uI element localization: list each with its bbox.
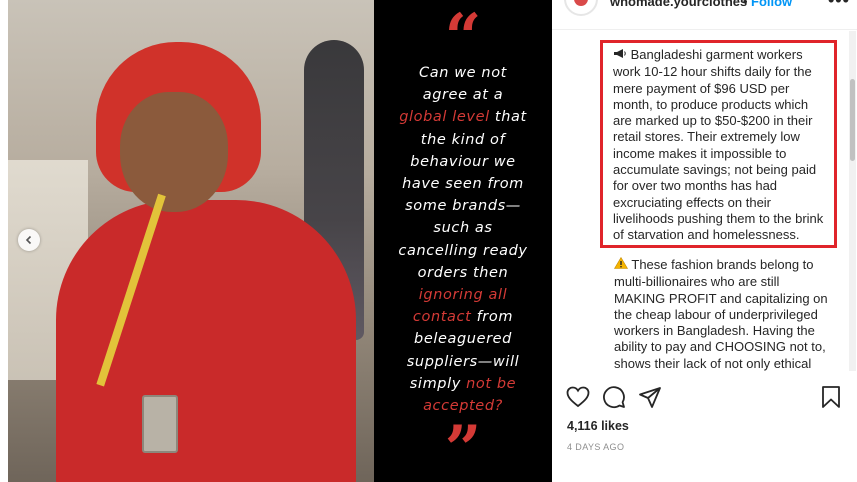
- quote-line: agree at a: [382, 84, 544, 106]
- carousel-previous-button[interactable]: [18, 229, 40, 251]
- quote-segment: behaviour we: [410, 153, 516, 170]
- post-header: whomade.yourclothes • Follow •••: [552, 0, 857, 30]
- quote-line: global level that: [382, 106, 544, 128]
- heart-icon: [566, 386, 590, 408]
- caption-line: retail stores. Their extremely low: [613, 129, 800, 145]
- caption-line: are marked up to $50-$200 in their: [613, 113, 813, 129]
- caption-line: Bangladeshi garment workers: [630, 47, 803, 62]
- save-button[interactable]: [818, 384, 844, 410]
- quote-line: some brands—: [382, 195, 544, 217]
- warning-icon: [613, 256, 629, 274]
- quote-segment: from: [471, 309, 514, 326]
- scrollbar-thumb[interactable]: [850, 79, 855, 161]
- share-button[interactable]: [637, 384, 663, 410]
- caption-line: accumulate savings; not being paid: [613, 162, 817, 178]
- quote-segment: that: [489, 109, 527, 126]
- quote-highlight: not be: [466, 375, 517, 392]
- avatar[interactable]: [564, 0, 598, 16]
- quote-line: the kind of: [382, 129, 544, 151]
- quote-highlight: contact: [412, 309, 472, 326]
- caption-line: month, to produce products which: [613, 96, 809, 112]
- caption-line: of starvation and homelessness.: [613, 227, 800, 243]
- close-quote-mark: ”: [444, 412, 482, 482]
- caption-line: livelihoods pushing them to the brink: [613, 210, 824, 226]
- quote-segment: have seen from: [402, 176, 524, 193]
- chevron-left-icon: [25, 235, 32, 245]
- quote-segment: such as: [433, 220, 493, 237]
- quote-line: have seen from: [382, 173, 544, 195]
- quote-line: Can we not: [382, 62, 544, 84]
- caption-line: the cheap labour of underprivileged: [614, 306, 818, 322]
- caption-line: work 10-12 hour shifts daily for the: [613, 64, 812, 80]
- id-badge: [142, 395, 178, 453]
- quote-segment: suppliers—will: [406, 353, 520, 370]
- caption-paragraph: These fashion brands belong to multi-bill…: [613, 256, 844, 371]
- more-options-button[interactable]: •••: [828, 0, 850, 11]
- quote-line: contact from: [382, 306, 544, 328]
- quote-segment: agree at a: [422, 87, 504, 104]
- like-button[interactable]: [565, 384, 591, 410]
- quote-segment: cancelling ready: [398, 242, 528, 259]
- worker-red-garment: [56, 200, 356, 482]
- quote-text: Can we not agree at a global level that the…: [382, 62, 544, 417]
- quote-line: beleaguered: [382, 328, 544, 350]
- quote-line: cancelling ready: [382, 240, 544, 262]
- post-sidebar: whomade.yourclothes • Follow ••• Banglad…: [552, 0, 857, 482]
- quote-segment: beleaguered: [414, 331, 512, 348]
- caption-line: excruciating effects on their: [613, 194, 772, 210]
- paper-plane-icon: [639, 387, 661, 408]
- caption-line: MAKING PROFIT and capitalizing on: [614, 290, 828, 306]
- megaphone-icon: [613, 48, 627, 64]
- open-quote-mark: “: [444, 0, 482, 75]
- quote-line: behaviour we: [382, 151, 544, 173]
- bookmark-icon: [822, 386, 840, 408]
- separator-dot: •: [743, 0, 748, 9]
- comment-button[interactable]: [601, 384, 627, 410]
- caption-line: ability to pay and CHOOSING not to,: [614, 339, 826, 355]
- quote-highlight: ignoring all: [418, 287, 508, 304]
- quote-line: such as: [382, 217, 544, 239]
- quote-panel: “ Can we not agree at a global level that t…: [374, 0, 552, 482]
- caption-line: for over two months has had: [613, 178, 778, 194]
- caption-line: mere payment of $96 USD per: [613, 80, 790, 96]
- caption-area: Bangladeshi garment workers work 10-12 ho…: [552, 31, 848, 371]
- quote-line: suppliers—will: [382, 351, 544, 373]
- quote-segment: simply: [409, 375, 467, 392]
- quote-segment: some brands—: [405, 198, 521, 215]
- action-bar: [552, 384, 857, 414]
- caption-scrollbar[interactable]: [849, 31, 856, 371]
- caption-line: These fashion brands belong to: [631, 257, 814, 272]
- follow-button[interactable]: Follow: [751, 0, 792, 9]
- caption-highlighted-block: Bangladeshi garment workers work 10-12 ho…: [600, 40, 837, 248]
- quote-segment: the kind of: [420, 131, 506, 148]
- worker-face: [120, 92, 228, 212]
- caption-line: shows their lack of not only ethical: [614, 355, 812, 371]
- username-link[interactable]: whomade.yourclothes: [610, 0, 747, 9]
- quote-line: orders then: [382, 262, 544, 284]
- quote-line: simply not be: [382, 373, 544, 395]
- post-timestamp[interactable]: 4 DAYS AGO: [567, 442, 624, 452]
- caption-line: workers in Bangladesh. Having the: [614, 323, 815, 339]
- caption-line: income makes it impossible to: [613, 145, 787, 161]
- comment-icon: [603, 386, 625, 409]
- quote-segment: Can we not: [419, 65, 507, 81]
- quote-line: ignoring all: [382, 284, 544, 306]
- quote-highlight: global level: [399, 109, 490, 126]
- post-photo: [8, 0, 374, 482]
- caption-line: multi-billionaires who are still: [614, 274, 780, 290]
- likes-count[interactable]: 4,116 likes: [567, 419, 629, 433]
- quote-segment: orders then: [417, 264, 509, 281]
